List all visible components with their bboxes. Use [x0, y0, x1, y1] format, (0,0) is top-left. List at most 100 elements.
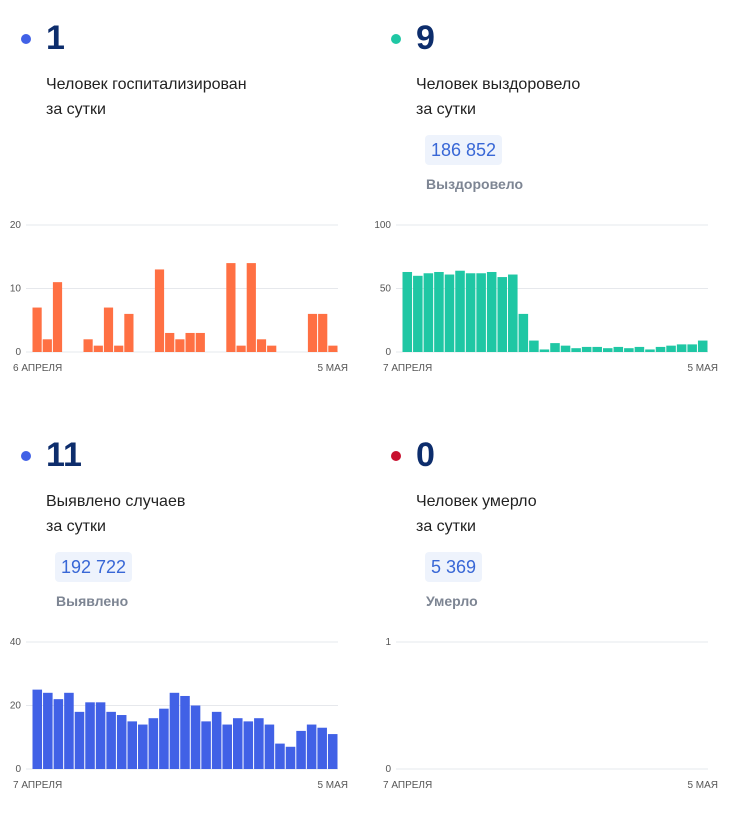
bar	[85, 702, 95, 769]
bar	[602, 348, 613, 352]
y-tick-label: 100	[374, 220, 391, 231]
hospitalized-panel: 1 Человек госпитализирован за сутки 20 10…	[0, 0, 350, 400]
hospitalized-description-line2: за сутки	[46, 101, 106, 118]
bar	[222, 724, 232, 769]
bar	[226, 263, 236, 352]
bar	[93, 345, 103, 352]
bar	[103, 307, 114, 352]
deaths-value: 0	[416, 436, 435, 474]
bar	[106, 711, 116, 769]
bar	[434, 271, 444, 352]
bar	[687, 344, 697, 352]
bar	[550, 343, 560, 352]
bar	[318, 313, 328, 352]
bar	[275, 743, 285, 769]
cases-total: 192 722	[55, 552, 133, 582]
bar	[267, 345, 277, 352]
bar	[124, 313, 134, 352]
bar	[175, 339, 185, 352]
bar	[264, 724, 275, 769]
bar	[560, 345, 571, 352]
bar	[64, 692, 74, 769]
y-tick-label: 0	[15, 347, 21, 358]
bar	[243, 721, 254, 769]
deaths-dot	[391, 451, 401, 461]
recovered-chart: 100 50 0 7 АПРЕЛЯ 5 МАЯ	[374, 220, 718, 374]
cases-dot	[21, 451, 31, 461]
recovered-total: 186 852	[425, 135, 503, 165]
x-start-label: 7 АПРЕЛЯ	[383, 363, 432, 374]
bar	[127, 721, 138, 769]
bar	[306, 724, 317, 769]
deaths-chart: 1 0 7 АПРЕЛЯ 5 МАЯ	[383, 637, 718, 791]
deaths-total-label: Умерло	[426, 593, 478, 609]
bar	[285, 746, 296, 769]
bar	[195, 332, 205, 352]
x-start-label: 6 АПРЕЛЯ	[13, 363, 62, 374]
y-tick-label: 0	[385, 347, 391, 358]
cases-chart: 40 20 0 7 АПРЕЛЯ 5 МАЯ	[10, 637, 348, 791]
deaths-description-line1: Человек умерло	[416, 493, 537, 510]
x-start-label: 7 АПРЕЛЯ	[13, 780, 62, 791]
bar	[256, 339, 267, 352]
bar	[307, 313, 318, 352]
bar	[697, 340, 708, 352]
x-end-label: 5 МАЯ	[317, 363, 348, 374]
y-tick-label: 0	[15, 764, 21, 775]
bar	[236, 345, 246, 352]
bar	[645, 349, 655, 352]
bar	[43, 692, 53, 769]
y-tick-label: 20	[10, 701, 22, 712]
recovered-total-label: Выздоровело	[426, 176, 524, 192]
bar	[581, 346, 592, 352]
bar	[539, 349, 550, 352]
x-end-label: 5 МАЯ	[687, 363, 718, 374]
bar	[83, 339, 93, 352]
bar	[32, 307, 42, 352]
bar	[148, 718, 159, 769]
bar	[476, 273, 486, 352]
hospitalized-description-line1: Человек госпитализирован	[46, 76, 247, 93]
y-tick-label: 20	[10, 220, 22, 231]
hospitalized-dot	[21, 34, 31, 44]
recovered-description: Человек выздоровело за сутки	[416, 72, 580, 122]
bar	[634, 346, 645, 352]
bar	[165, 332, 175, 352]
bar	[201, 721, 211, 769]
hospitalized-value: 1	[46, 19, 65, 57]
deaths-description: Человек умерло за сутки	[416, 489, 537, 539]
bar	[624, 348, 634, 352]
bar	[413, 275, 423, 352]
bar	[95, 702, 106, 769]
bar	[486, 271, 497, 352]
bar	[52, 282, 63, 352]
recovered-panel: 9 Человек выздоровело за сутки 186 852 В…	[370, 0, 720, 400]
bar	[169, 692, 180, 769]
bar	[402, 271, 413, 352]
cases-description-line1: Выявлено случаев	[46, 493, 186, 510]
bar	[328, 345, 338, 352]
bar	[317, 727, 327, 769]
y-tick-label: 50	[380, 284, 392, 295]
bar	[232, 718, 243, 769]
bar	[444, 274, 455, 352]
y-tick-label: 1	[385, 637, 391, 648]
hospitalized-chart: 20 10 0 6 АПРЕЛЯ 5 МАЯ	[10, 220, 348, 374]
bar	[159, 708, 169, 769]
bar	[571, 348, 581, 352]
bar	[138, 724, 148, 769]
cases-description: Выявлено случаев за сутки	[46, 489, 185, 539]
bar	[666, 345, 676, 352]
x-end-label: 5 МАЯ	[687, 780, 718, 791]
bar	[455, 270, 465, 352]
bar	[676, 344, 687, 352]
x-start-label: 7 АПРЕЛЯ	[383, 780, 432, 791]
cases-description-line2: за сутки	[46, 518, 106, 535]
bar	[32, 689, 43, 769]
bar	[508, 274, 518, 352]
y-tick-label: 0	[385, 764, 391, 775]
bar	[185, 332, 195, 352]
bar	[116, 715, 127, 769]
recovered-dot	[391, 34, 401, 44]
bar	[180, 695, 190, 769]
